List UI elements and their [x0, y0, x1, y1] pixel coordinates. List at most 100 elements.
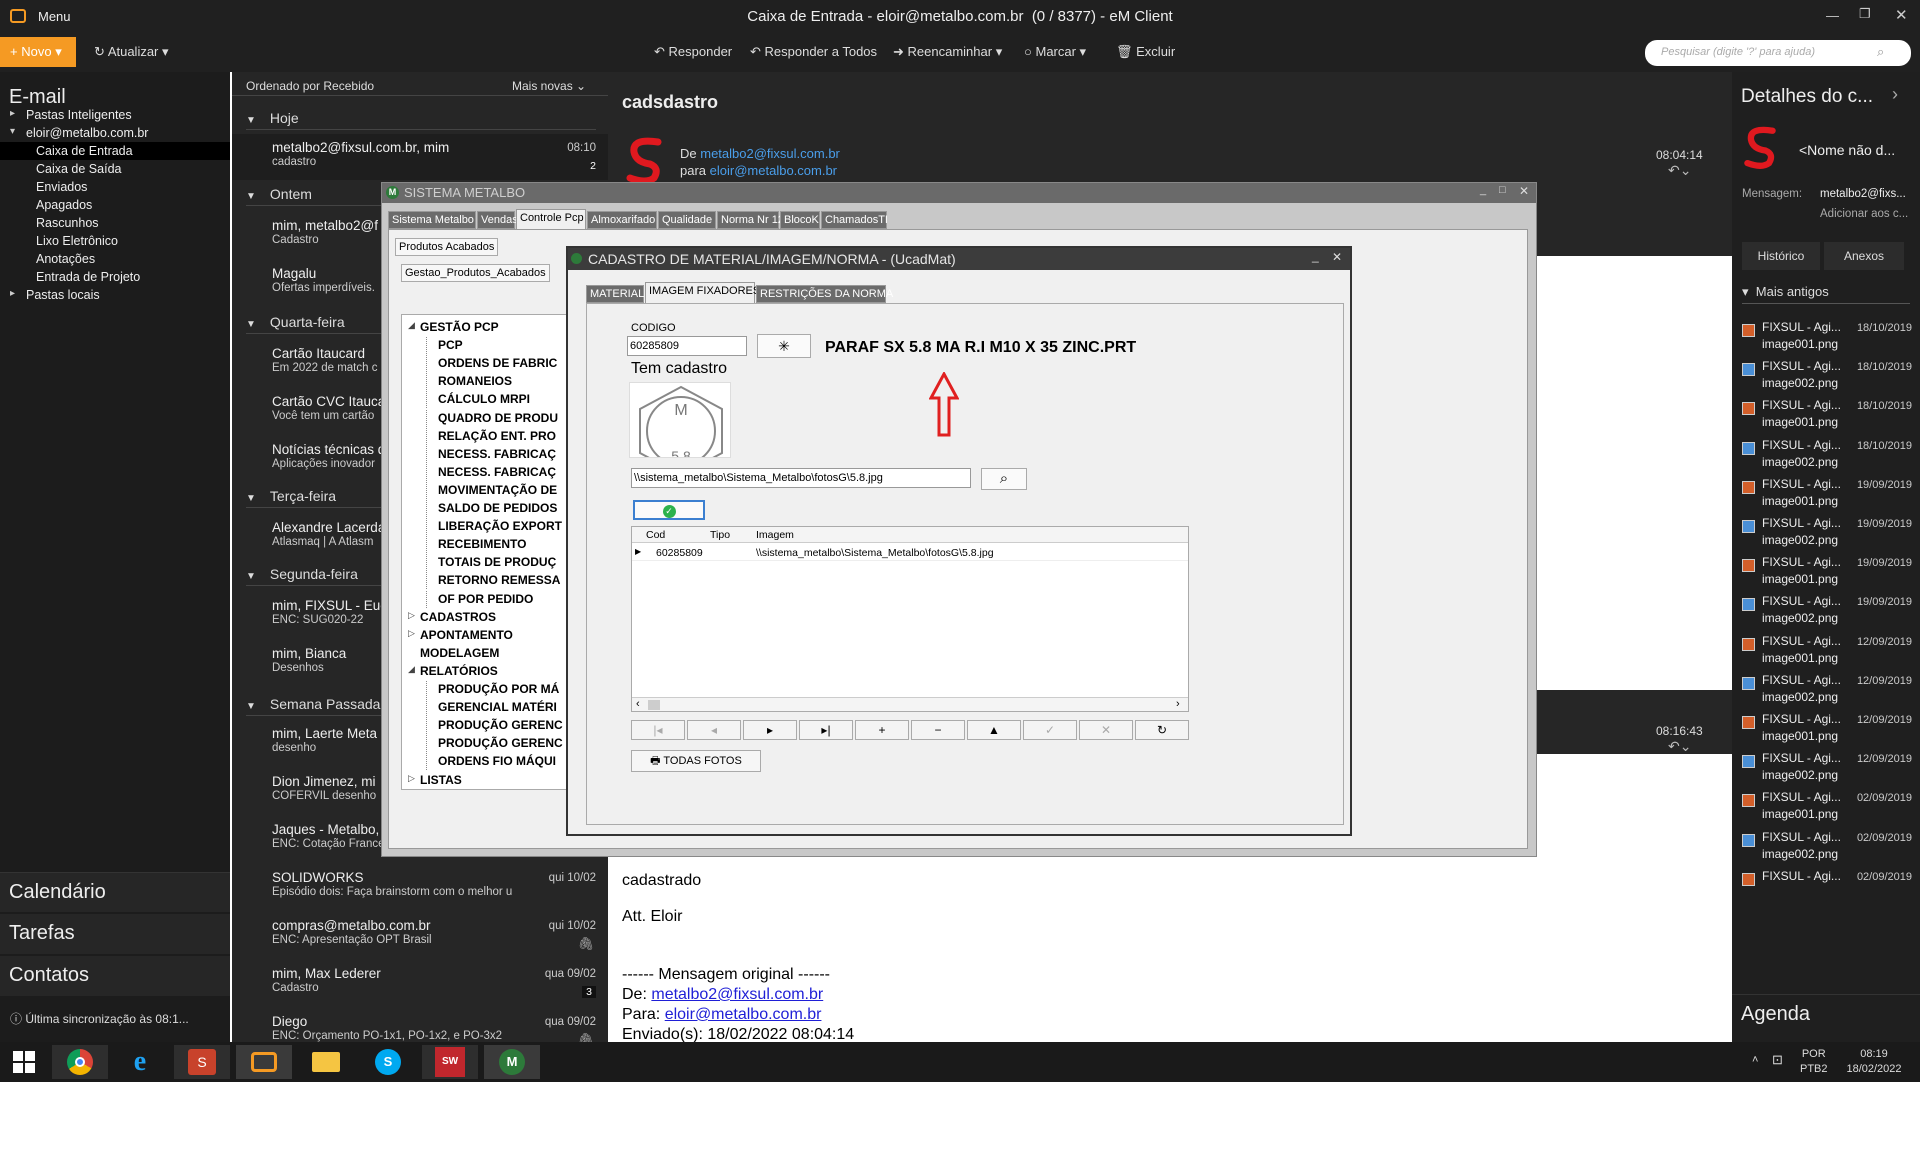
table-row[interactable]: ▶ 60285809 \\sistema_metalbo\Sistema_Met…	[632, 545, 1188, 561]
sidebar-item[interactable]: ▸ Pastas locais	[0, 286, 230, 304]
sidebar-item[interactable]: Caixa de Entrada	[0, 142, 230, 160]
tree-item[interactable]: MODELAGEM	[402, 645, 568, 662]
tree-item[interactable]: ◢ RELATÓRIOS	[402, 663, 568, 680]
sidebar-item[interactable]: Caixa de Saída	[0, 160, 230, 178]
maximize-icon[interactable]: ❐	[1859, 6, 1871, 22]
list-item[interactable]: SOLIDWORKS Episódio dois: Faça brainstorm…	[232, 864, 608, 910]
tree-item[interactable]: PRODUÇÃO POR MÁ	[402, 681, 568, 698]
list-item[interactable]: FIXSUL - Agi... image002.png 19/09/2019	[1742, 594, 1920, 632]
cad-close-icon[interactable]: ✕	[1332, 250, 1342, 264]
collapsed-icon[interactable]: ▷	[408, 628, 415, 639]
nav-insert-button[interactable]: +	[855, 720, 909, 740]
metalbo-maximize-icon[interactable]: □	[1499, 184, 1506, 196]
tree-item[interactable]: ORDENS FIO MÁQUI	[402, 753, 568, 771]
list-item[interactable]: Diego ENC: Orçamento PO-1x1, PO-1x2, e PO…	[232, 1008, 608, 1042]
scroll-thumb[interactable]	[648, 700, 660, 710]
expanded-icon[interactable]: ◢	[408, 664, 415, 675]
list-item[interactable]: FIXSUL - Agi... image002.png 18/10/2019	[1742, 438, 1920, 476]
tab-norma-nr-12[interactable]: Norma Nr 12	[717, 211, 784, 229]
delete-button[interactable]: 🗑 Excluir	[1116, 44, 1175, 60]
list-item[interactable]: FIXSUL - Agi... image001.png 19/09/2019	[1742, 477, 1920, 515]
tab-controle-pcp[interactable]: Controle Pcp	[516, 209, 586, 229]
tray-chevron-icon[interactable]: ˄	[1752, 1054, 1758, 1066]
taskbar-app-red[interactable]: S	[174, 1045, 230, 1079]
tree-item[interactable]: RETORNO REMESSA	[402, 572, 568, 590]
tree-item[interactable]: NECESS. FABRICAÇ	[402, 463, 568, 481]
list-item[interactable]: FIXSUL - Agi... image002.png 02/09/2019	[1742, 830, 1920, 868]
sidebar-item[interactable]: ▸ Pastas Inteligentes	[0, 106, 230, 124]
nav-refresh-button[interactable]: ↻	[1135, 720, 1189, 740]
codigo-input[interactable]: 60285809	[627, 336, 747, 356]
nav-last-button[interactable]: ▸|	[799, 720, 853, 740]
tab-vendas[interactable]: Vendas	[477, 211, 518, 229]
search-codigo-button[interactable]: ✳	[757, 334, 811, 358]
confirm-button[interactable]: ✓	[633, 500, 705, 520]
minimize-icon[interactable]: —	[1826, 8, 1839, 23]
taskbar-chrome[interactable]	[52, 1045, 108, 1079]
list-item[interactable]: metalbo2@fixsul.com.br, mim cadastro 08:10…	[232, 134, 608, 180]
sort-label[interactable]: Ordenado por Recebido	[246, 79, 374, 93]
tree-item[interactable]: ▷ APONTAMENTO	[402, 627, 568, 644]
nav-next-button[interactable]: ▸	[743, 720, 797, 740]
list-item[interactable]: FIXSUL - Agi... image001.png 02/09/2019	[1742, 790, 1920, 828]
nav-calendar[interactable]: Calendário	[0, 872, 230, 912]
cad-minimize-icon[interactable]: _	[1312, 249, 1319, 263]
list-item[interactable]: FIXSUL - Agi... image001.png 18/10/2019	[1742, 320, 1920, 358]
reply-button[interactable]: ↶ Responder	[654, 44, 732, 60]
list-item[interactable]: FIXSUL - Agi... image002.png 18/10/2019	[1742, 359, 1920, 397]
tab-gestao-produtos[interactable]: Gestao_Produtos_Acabados	[401, 264, 550, 282]
metalbo-minimize-icon[interactable]: _	[1480, 184, 1486, 196]
sidebar-item[interactable]: Lixo Eletrônico	[0, 232, 230, 250]
col-tipo[interactable]: Tipo	[710, 529, 730, 541]
tree-item[interactable]: ▷ CADASTROS	[402, 609, 568, 626]
list-item[interactable]: FIXSUL - Agi... image001.png 12/09/2019	[1742, 712, 1920, 750]
tree-item[interactable]: MOVIMENTAÇÃO DE	[402, 481, 568, 499]
group-header[interactable]: ▼ Hoje	[246, 110, 596, 130]
nav-delete-button[interactable]: −	[911, 720, 965, 740]
tree-item[interactable]: GERENCIAL MATÉRI	[402, 699, 568, 717]
tree-item[interactable]: PCP	[402, 337, 568, 355]
taskbar-solidworks[interactable]: SW	[422, 1045, 478, 1079]
col-imagem[interactable]: Imagem	[756, 529, 794, 541]
tab-attachments[interactable]: Anexos	[1824, 242, 1904, 270]
from-address[interactable]: metalbo2@fixsul.com.br	[700, 146, 840, 161]
taskbar-explorer[interactable]	[298, 1045, 354, 1079]
tree-item[interactable]: ORDENS DE FABRIC	[402, 355, 568, 373]
collapsed-icon[interactable]: ▸	[10, 108, 15, 119]
chevron-right-icon[interactable]: ›	[1892, 84, 1898, 105]
original-to-link[interactable]: eloir@metalbo.com.br	[665, 1006, 822, 1023]
update-button[interactable]: ↻ Atualizar ▾	[94, 44, 169, 60]
nav-post-button[interactable]: ✓	[1023, 720, 1077, 740]
list-item[interactable]: FIXSUL - Agi... image001.png 19/09/2019	[1742, 555, 1920, 593]
tree-item[interactable]: ROMANEIOS	[402, 373, 568, 391]
tree-item[interactable]: TOTAIS DE PRODUÇ	[402, 554, 568, 572]
tree-item[interactable]: PRODUÇÃO GERENC	[402, 735, 568, 753]
tab-history[interactable]: Histórico	[1742, 242, 1820, 270]
tree-item[interactable]: ◢ GESTÃO PCP	[402, 319, 568, 336]
search-box[interactable]: Pesquisar (digite '?' para ajuda) ⌕	[1645, 40, 1911, 66]
nav-prior-button[interactable]: ◂	[687, 720, 741, 740]
tab-chamadosti[interactable]: ChamadosTI	[821, 211, 888, 229]
nav-first-button[interactable]: |◂	[631, 720, 685, 740]
metalbo-close-icon[interactable]: ✕	[1519, 184, 1529, 198]
collapsed-icon[interactable]: ▷	[408, 773, 415, 784]
tab-imagem-fixadores[interactable]: IMAGEM FIXADORES	[645, 282, 760, 303]
mark-button[interactable]: ○ Marcar ▾	[1024, 44, 1086, 60]
language-indicator[interactable]: POR PTB2	[1800, 1047, 1828, 1077]
nav-edit-button[interactable]: ▲	[967, 720, 1021, 740]
original-from-link[interactable]: metalbo2@fixsul.com.br	[651, 986, 823, 1003]
tree-item[interactable]: LIBERAÇÃO EXPORT	[402, 518, 568, 536]
tab-produtos-acabados[interactable]: Produtos Acabados	[395, 238, 499, 256]
nav-tasks[interactable]: Tarefas	[0, 914, 230, 954]
forward-button[interactable]: ➜ Reencaminhar ▾	[893, 44, 1002, 60]
list-item[interactable]: mim, Max Lederer Cadastro qua 09/02 3	[232, 960, 608, 1006]
reply-arrow-icon[interactable]: ↶⌄	[1668, 162, 1691, 179]
tab-restrições-da-norma[interactable]: RESTRIÇÕES DA NORMA	[756, 285, 893, 303]
sidebar-item[interactable]: Enviados	[0, 178, 230, 196]
list-item[interactable]: FIXSUL - Agi... image002.png 12/09/2019	[1742, 673, 1920, 711]
sidebar-item[interactable]: Entrada de Projeto	[0, 268, 230, 286]
col-cod[interactable]: Cod	[646, 529, 665, 541]
taskbar-emclient[interactable]	[236, 1045, 292, 1079]
add-contacts-link[interactable]: Adicionar aos c...	[1820, 208, 1908, 220]
close-icon[interactable]: ✕	[1895, 6, 1908, 24]
